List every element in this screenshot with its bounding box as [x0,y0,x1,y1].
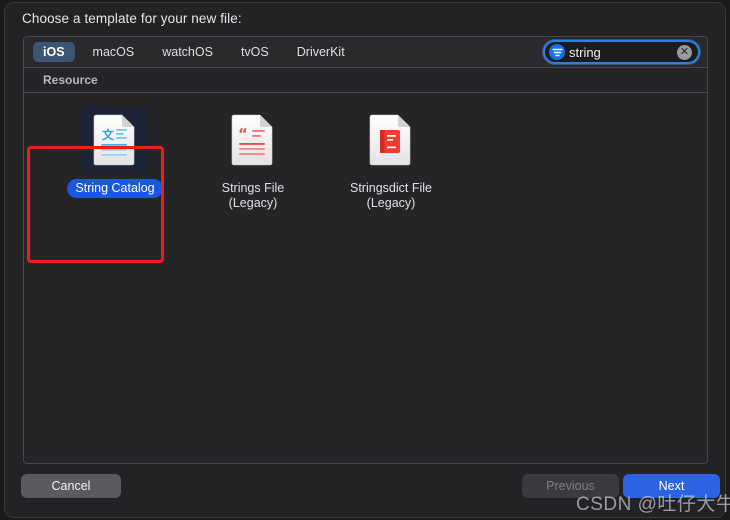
section-title: Resource [43,73,98,87]
template-grid: 文 String Catalog “ Strings File (Legacy)… [24,93,707,263]
search-field[interactable]: ✕ [543,40,700,64]
new-file-template-dialog: Choose a template for your new file: iOS… [4,2,726,518]
tab-ios[interactable]: iOS [33,42,75,62]
string-catalog-document-icon: 文 [93,114,135,166]
tab-watchos[interactable]: watchOS [152,42,223,62]
cancel-button[interactable]: Cancel [21,474,121,498]
template-item-strings-file[interactable]: “ Strings File (Legacy) [184,107,322,213]
next-button[interactable]: Next [623,474,720,498]
search-input[interactable] [565,44,677,60]
tab-driverkit[interactable]: DriverKit [287,42,355,62]
template-label-strings-file: Strings File (Legacy) [221,181,285,210]
stringsdict-file-document-icon [369,114,411,166]
platform-tab-bar: iOS macOS watchOS tvOS DriverKit ✕ [24,37,707,68]
template-label-string-catalog: String Catalog [67,179,163,198]
svg-text:“: “ [238,125,248,143]
stringsdict-file-icon-container [358,107,424,173]
tab-tvos[interactable]: tvOS [231,42,279,62]
strings-file-document-icon: “ [231,114,273,166]
template-browser: iOS macOS watchOS tvOS DriverKit ✕ Resou… [23,36,708,464]
filter-circle-icon[interactable] [549,44,565,60]
template-item-string-catalog[interactable]: 文 String Catalog [46,107,184,213]
section-header-resource: Resource [24,68,707,93]
tab-macos[interactable]: macOS [83,42,145,62]
template-item-stringsdict-file[interactable]: Stringsdict File (Legacy) [322,107,460,213]
clear-search-icon[interactable]: ✕ [677,44,692,60]
previous-button[interactable]: Previous [522,474,619,498]
template-label-stringsdict-file: Stringsdict File (Legacy) [350,181,432,210]
strings-file-icon-container: “ [220,107,286,173]
string-catalog-icon-container: 文 [82,107,148,173]
dialog-footer: Cancel Previous Next [5,462,725,517]
page-title: Choose a template for your new file: [22,11,242,26]
svg-text:文: 文 [102,127,115,142]
